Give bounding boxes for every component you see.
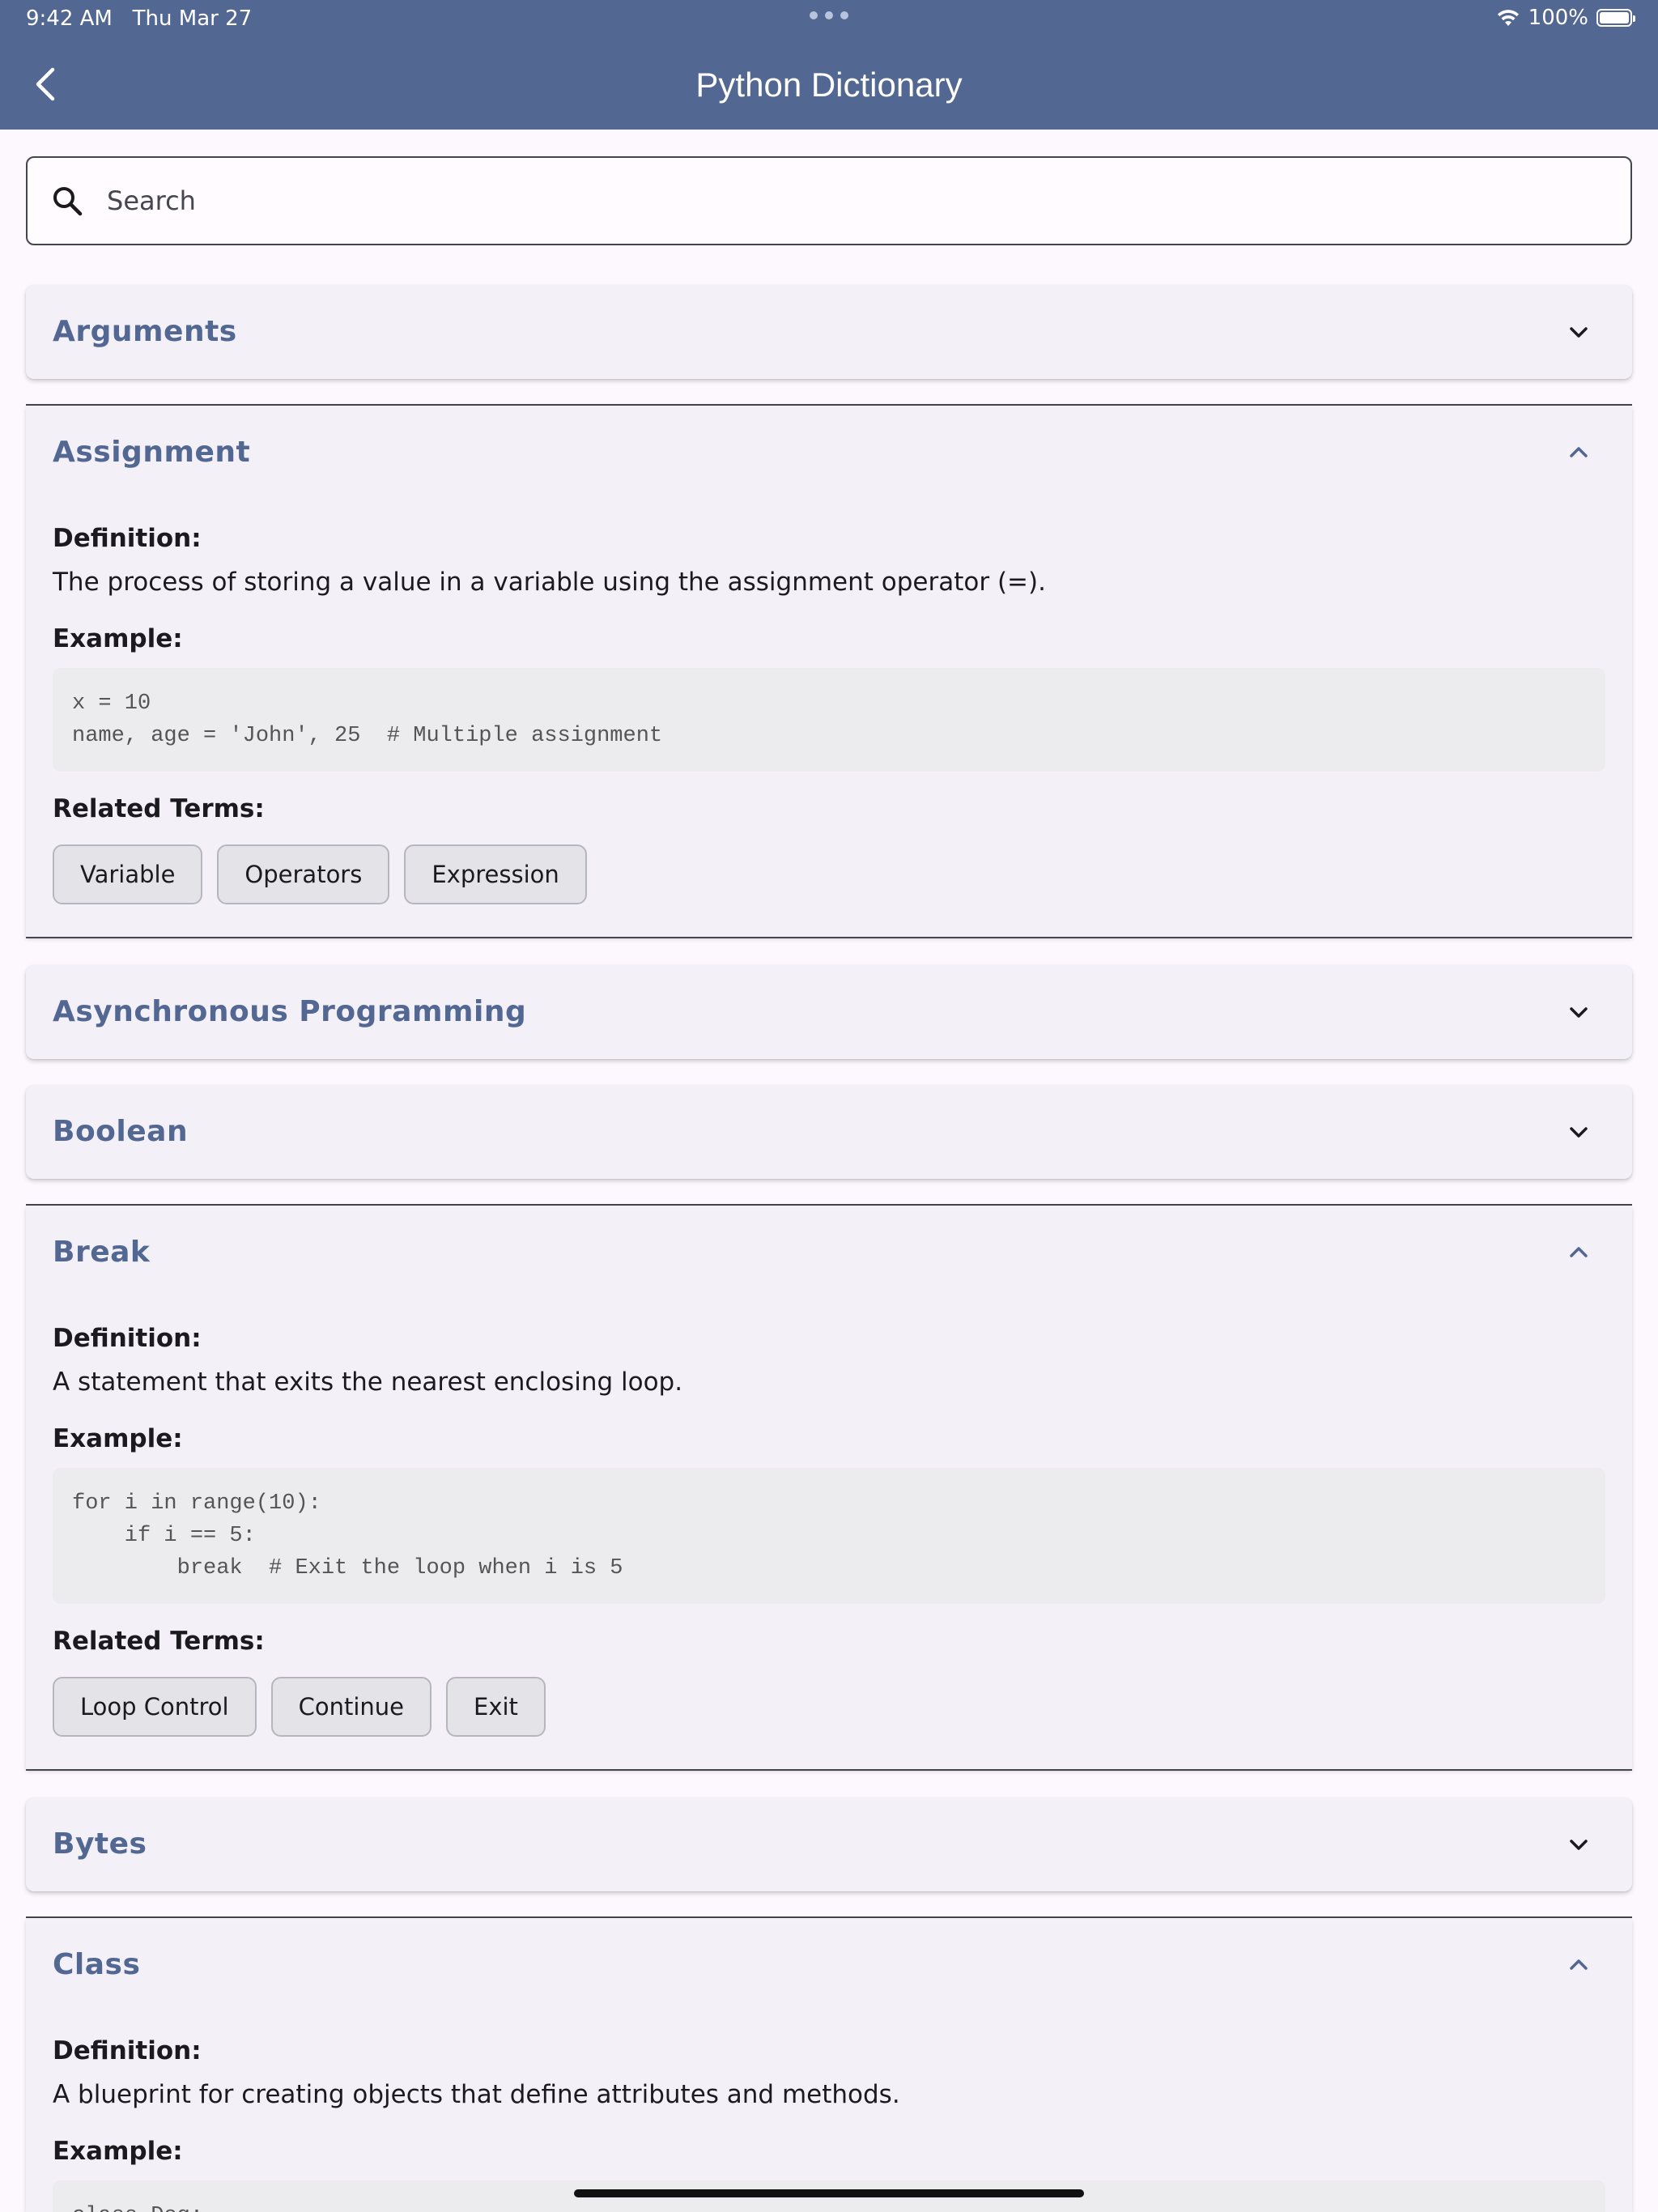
related-term-chip[interactable]: Expression: [404, 844, 587, 904]
definition-label: Definition:: [53, 2036, 202, 2065]
term-header[interactable]: Boolean: [26, 1085, 1632, 1179]
battery-percent: 100%: [1528, 6, 1588, 30]
multitasking-dots-icon[interactable]: [810, 11, 848, 21]
status-indicators: 100%: [1496, 6, 1635, 30]
definition-label: Definition:: [53, 1324, 202, 1353]
term-card-boolean: Boolean: [26, 1085, 1632, 1179]
term-header[interactable]: Asynchronous Programming: [26, 965, 1632, 1059]
search-field[interactable]: [26, 156, 1632, 245]
battery-icon: [1596, 9, 1635, 27]
example-label: Example:: [53, 624, 183, 653]
term-header[interactable]: Assignment: [26, 406, 1632, 500]
term-title: Bytes: [53, 1827, 147, 1861]
term-title: Asynchronous Programming: [53, 995, 527, 1028]
status-date: Thu Mar 27: [132, 6, 253, 31]
chevron-down-icon: [1570, 1840, 1588, 1850]
term-card-bytes: Bytes: [26, 1797, 1632, 1891]
chevron-down-icon: [1570, 1127, 1588, 1138]
definition-label: Definition:: [53, 524, 202, 553]
term-card-break: Break Definition: A statement that exits…: [26, 1206, 1632, 1769]
related-term-chip[interactable]: Exit: [446, 1677, 546, 1737]
term-header[interactable]: Break: [26, 1206, 1632, 1300]
term-card-arguments: Arguments: [26, 285, 1632, 379]
related-terms-label: Related Terms:: [53, 1627, 265, 1656]
chevron-down-icon: [1570, 327, 1588, 338]
example-label: Example:: [53, 2137, 183, 2166]
chevron-up-icon: [1570, 1247, 1588, 1257]
example-label: Example:: [53, 1424, 183, 1453]
term-header[interactable]: Class: [26, 1918, 1632, 2012]
status-clock: 9:42 AM: [26, 6, 113, 31]
page-title: Python Dictionary: [695, 66, 963, 104]
chevron-up-icon: [1570, 447, 1588, 457]
wifi-icon: [1497, 10, 1519, 26]
divider: [26, 937, 1632, 938]
related-term-chip[interactable]: Continue: [270, 1677, 432, 1737]
term-title: Assignment: [53, 436, 251, 469]
term-header[interactable]: Arguments: [26, 285, 1632, 379]
term-title: Arguments: [53, 315, 237, 348]
home-indicator[interactable]: [574, 2189, 1084, 2197]
term-card-asynchronous-programming: Asynchronous Programming: [26, 965, 1632, 1059]
related-term-chip[interactable]: Variable: [53, 844, 203, 904]
term-card-assignment: Assignment Definition: The process of st…: [26, 406, 1632, 937]
definition-text: A blueprint for creating objects that de…: [53, 2080, 900, 2109]
example-code: x = 10 name, age = 'John', 25 # Multiple…: [53, 668, 1605, 772]
chevron-up-icon: [1570, 1959, 1588, 1970]
definition-text: A statement that exits the nearest enclo…: [53, 1368, 683, 1397]
term-title: Boolean: [53, 1115, 189, 1148]
related-terms-list: Loop Control Continue Exit: [53, 1677, 1605, 1737]
term-title: Break: [53, 1236, 151, 1269]
example-code: for i in range(10): if i == 5: break # E…: [53, 1468, 1605, 1604]
search-icon: [53, 187, 83, 216]
related-terms-list: Variable Operators Expression: [53, 844, 1605, 904]
status-time: 9:42 AM Thu Mar 27: [26, 6, 252, 31]
term-header[interactable]: Bytes: [26, 1797, 1632, 1891]
related-term-chip[interactable]: Loop Control: [53, 1677, 257, 1737]
related-term-chip[interactable]: Operators: [217, 844, 390, 904]
term-card-class: Class Definition: A blueprint for creati…: [26, 1918, 1632, 2212]
app-bar: 9:42 AM Thu Mar 27 100% Python Dictionar…: [0, 0, 1658, 130]
divider: [26, 1769, 1632, 1771]
search-input[interactable]: [105, 185, 1566, 217]
definition-text: The process of storing a value in a vari…: [53, 568, 1046, 597]
term-title: Class: [53, 1948, 141, 1981]
chevron-down-icon: [1570, 1007, 1588, 1018]
related-terms-label: Related Terms:: [53, 794, 265, 823]
